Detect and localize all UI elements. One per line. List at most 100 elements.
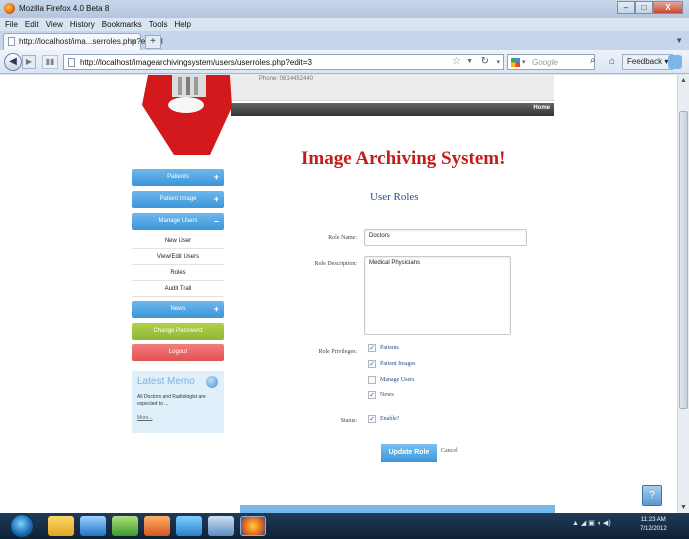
scrollbar-thumb[interactable] xyxy=(679,111,688,409)
search-icon[interactable]: ⌕ xyxy=(590,55,596,66)
maximize-button[interactable]: □ xyxy=(635,1,653,14)
menu-file[interactable]: File xyxy=(5,18,18,31)
home-icon[interactable]: ⌂ xyxy=(605,55,619,69)
privilege-patients[interactable]: ✓ Patients xyxy=(368,344,399,352)
vlc-icon[interactable] xyxy=(144,516,170,536)
top-nav-bar: Home xyxy=(231,103,554,116)
cancel-link[interactable]: Cancel xyxy=(441,448,458,454)
sidebar-item-label: Patients xyxy=(167,174,189,180)
address-bar[interactable]: http://localhost/imagearchivingsystem/us… xyxy=(63,54,504,70)
privilege-manage-users[interactable]: Manage Users xyxy=(368,376,415,384)
sidebar-item-patients[interactable]: Patients + xyxy=(132,169,224,186)
plus-icon: + xyxy=(213,304,219,314)
navigation-toolbar: ◀ ▶ ▮▮ http://localhost/imagearchivingsy… xyxy=(0,50,689,74)
new-tab-button[interactable]: + xyxy=(145,35,161,49)
role-description-field[interactable]: Medical Physicians xyxy=(364,256,511,335)
privilege-news[interactable]: ✓ News xyxy=(368,391,394,399)
forward-button[interactable]: ▶ xyxy=(22,55,36,69)
url-dropdown-icon[interactable]: ▼ xyxy=(466,58,473,65)
site-title: Image Archiving System! xyxy=(301,148,506,169)
search-engine-dropdown-icon[interactable]: ▾ xyxy=(522,58,526,66)
page-viewport: Phone: 0814452440 Home Image Archiving S… xyxy=(0,75,677,513)
page-header: Phone: 0814452440 xyxy=(231,75,554,101)
privilege-patient-images[interactable]: ✓ Patient Images xyxy=(368,360,416,368)
google-icon[interactable] xyxy=(511,58,520,67)
patient-images-checkbox[interactable]: ✓ xyxy=(368,360,376,368)
sidebar-subitem-new-user[interactable]: New User xyxy=(132,234,224,249)
close-button[interactable]: X xyxy=(653,1,683,14)
internet-explorer-icon[interactable] xyxy=(80,516,106,536)
back-button[interactable]: ◀ xyxy=(4,53,22,71)
sidebar-item-patient-image[interactable]: Patient Image + xyxy=(132,191,224,208)
addon-icon[interactable] xyxy=(668,55,682,69)
checkbox-label: Manage Users xyxy=(380,377,415,383)
manage-users-checkbox[interactable] xyxy=(368,376,376,384)
plus-icon: + xyxy=(213,194,219,204)
firefox-taskbar-icon[interactable] xyxy=(240,516,266,536)
sidebar-subitem-audit-trail[interactable]: Audit Trail xyxy=(132,282,224,297)
media-player-icon[interactable] xyxy=(112,516,138,536)
logo-white-swoosh xyxy=(168,97,204,113)
window-title: Mozilla Firefox 4.0 Beta 8 xyxy=(19,4,110,13)
menu-edit[interactable]: Edit xyxy=(25,18,39,31)
sidebar-item-label: News xyxy=(170,306,186,312)
enable-checkbox[interactable]: ✓ xyxy=(368,415,376,423)
site-logo xyxy=(142,75,232,155)
minimize-button[interactable]: – xyxy=(617,1,635,14)
sidebar-item-news[interactable]: News + xyxy=(132,301,224,318)
page-title: User Roles xyxy=(370,191,419,203)
sidebar-subitem-roles[interactable]: Roles xyxy=(132,266,224,281)
role-name-field[interactable]: Doctors xyxy=(364,229,527,246)
sidebar-subitem-view-edit-users[interactable]: View/Edit Users xyxy=(132,250,224,265)
checkbox-label: Enable? xyxy=(380,416,400,422)
clock-date: 7/12/2012 xyxy=(640,526,667,532)
checkbox-label: News xyxy=(380,392,394,398)
url-text[interactable]: http://localhost/imagearchivingsystem/us… xyxy=(80,58,312,67)
sidebar-item-manage-users[interactable]: Manage Users – xyxy=(132,213,224,230)
menu-help[interactable]: Help xyxy=(174,18,190,31)
menu-history[interactable]: History xyxy=(70,18,95,31)
document-icon[interactable] xyxy=(208,516,234,536)
search-input[interactable]: Google xyxy=(532,58,558,67)
menu-bar: File Edit View History Bookmarks Tools H… xyxy=(0,18,689,31)
update-role-button[interactable]: Update Role xyxy=(381,444,437,462)
bookmark-star-icon[interactable]: ☆ xyxy=(452,56,461,67)
reload-icon[interactable]: ↻ xyxy=(481,56,489,67)
patients-checkbox[interactable]: ✓ xyxy=(368,344,376,352)
scroll-down-icon[interactable]: ▼ xyxy=(680,504,687,511)
system-tray[interactable]: ▲ ◢ ▣ ◖ ◀) xyxy=(572,519,611,527)
checkbox-label: Patient Images xyxy=(380,361,416,367)
clock-time: 11:23 AM xyxy=(640,517,666,523)
role-description-label: Role Description: xyxy=(314,261,358,267)
change-password-button[interactable]: Change Password xyxy=(132,323,224,340)
feedback-button[interactable]: Feedback ▾ xyxy=(622,54,674,70)
windows-taskbar: ▲ ◢ ▣ ◖ ◀) 11:23 AM 7/12/2012 xyxy=(0,513,689,539)
memo-pin-icon xyxy=(206,376,218,388)
search-bar[interactable]: ▾ Google xyxy=(507,54,595,70)
minus-icon: – xyxy=(213,216,219,226)
window-titlebar: Mozilla Firefox 4.0 Beta 8 – □ X xyxy=(0,0,689,18)
home-link[interactable]: Home xyxy=(533,105,550,111)
history-icon[interactable]: ▮▮ xyxy=(42,55,58,69)
logout-button[interactable]: Logout xyxy=(132,344,224,361)
latest-memo-panel: Latest Memo All Doctors and Radiologist … xyxy=(132,371,224,433)
tab-list-icon[interactable]: ▼ xyxy=(675,36,683,45)
tab-close-icon[interactable]: × xyxy=(131,36,136,46)
help-icon[interactable]: ? xyxy=(642,485,662,506)
status-enable[interactable]: ✓ Enable? xyxy=(368,415,399,423)
scroll-up-icon[interactable]: ▲ xyxy=(680,77,687,84)
browser-tab[interactable]: http://localhost/ima...serroles.php?edit… xyxy=(3,33,163,50)
vertical-scrollbar[interactable]: ▲ ▼ xyxy=(677,75,689,513)
skype-icon[interactable] xyxy=(176,516,202,536)
logo-xray-rib xyxy=(194,77,198,95)
start-button[interactable] xyxy=(10,514,34,538)
menu-tools[interactable]: Tools xyxy=(149,18,168,31)
news-checkbox[interactable]: ✓ xyxy=(368,391,376,399)
menu-view[interactable]: View xyxy=(46,18,63,31)
menu-bookmarks[interactable]: Bookmarks xyxy=(102,18,142,31)
history-dropdown-icon[interactable]: ▾ xyxy=(496,58,500,66)
explorer-icon[interactable] xyxy=(48,516,74,536)
memo-more-link[interactable]: More... xyxy=(137,415,153,421)
clock[interactable]: 11:23 AM 7/12/2012 xyxy=(640,516,667,534)
sidebar-item-label: Patient Image xyxy=(159,196,197,202)
